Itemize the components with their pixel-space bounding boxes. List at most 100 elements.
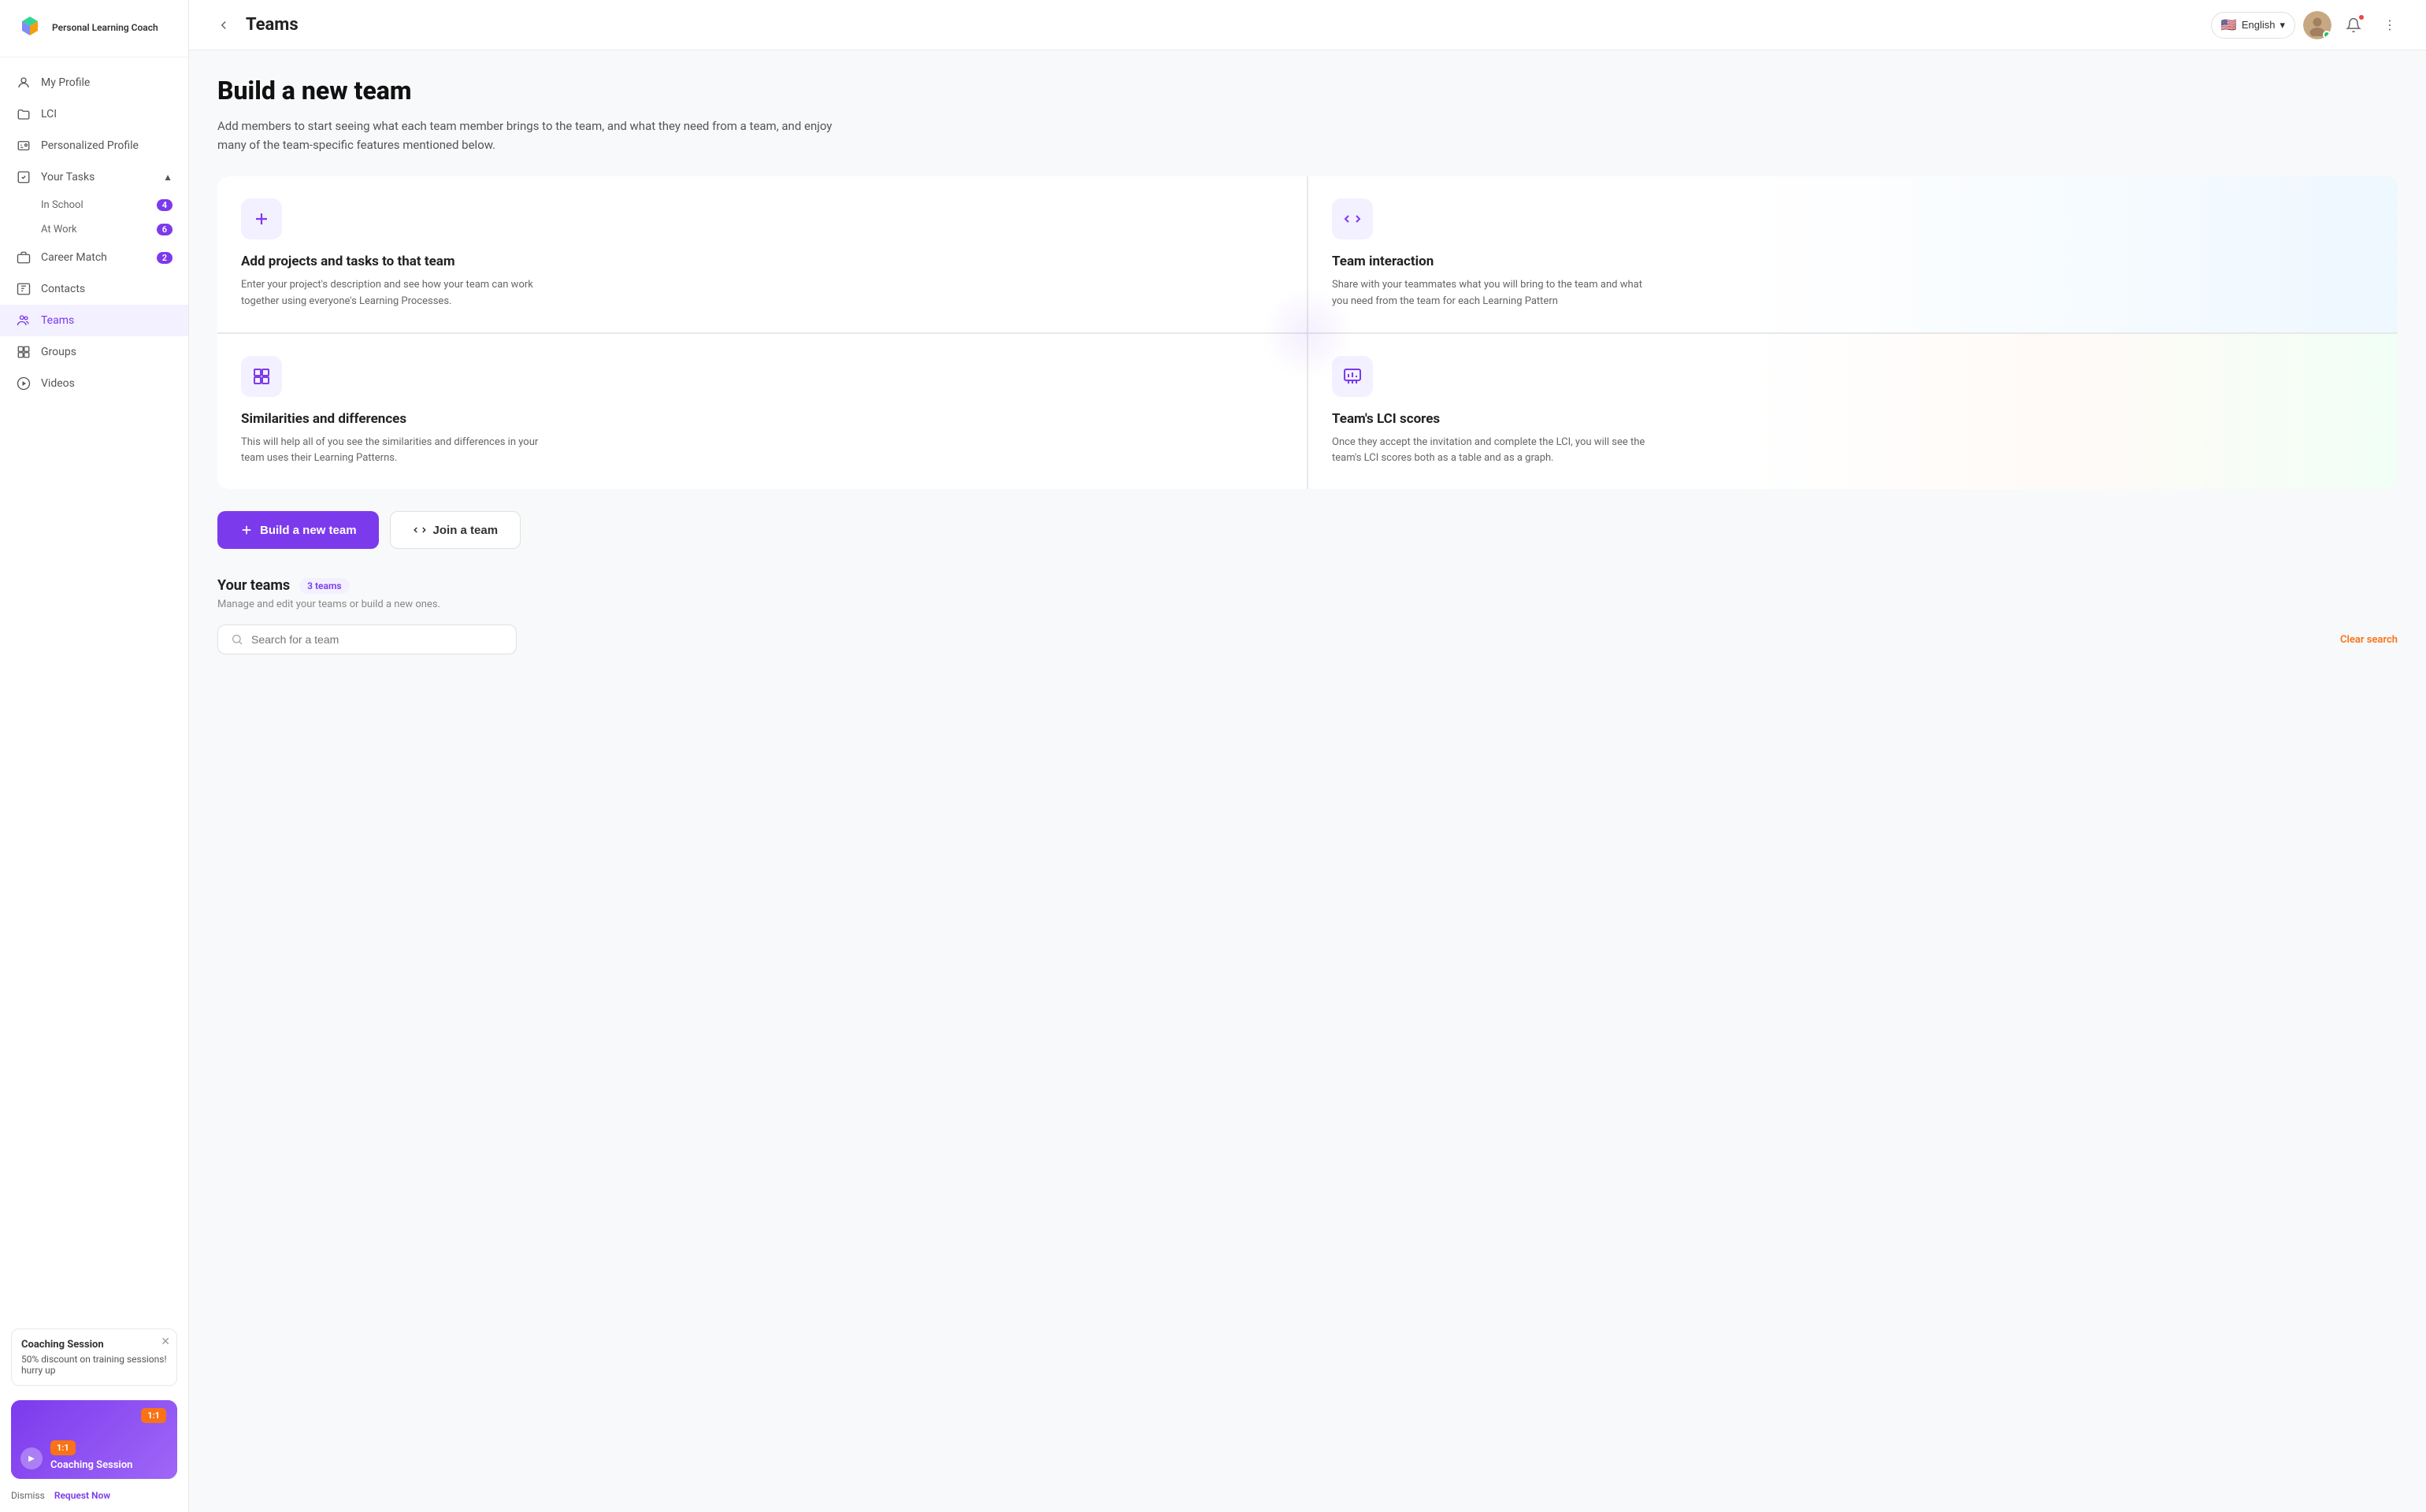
sidebar-item-label: Career Match	[41, 251, 107, 264]
sidebar-item-career-match[interactable]: Career Match 2	[0, 242, 188, 273]
search-row: Clear search	[217, 624, 2398, 654]
videos-icon	[16, 376, 32, 391]
sidebar-item-label: Contacts	[41, 283, 85, 295]
feature-card-similarities: Similarities and differences This will h…	[217, 334, 1307, 490]
feature-card-team-interaction: Team interaction Share with your teammat…	[1308, 176, 2398, 332]
user-avatar[interactable]	[2303, 11, 2331, 39]
groups-icon	[16, 344, 32, 360]
similarities-title: Similarities and differences	[241, 411, 1283, 427]
play-icon[interactable]: ▶	[20, 1447, 43, 1469]
logo-area: Personal Learning Coach	[0, 0, 188, 57]
team-interaction-desc: Share with your teammates what you will …	[1332, 277, 1647, 310]
sidebar-item-my-profile[interactable]: My Profile	[0, 67, 188, 98]
search-box[interactable]	[217, 624, 517, 654]
topbar-right: 🇺🇸 English ▾ ⋮	[2211, 11, 2404, 39]
teams-icon	[16, 313, 32, 328]
your-teams-section: Your teams 3 teams Manage and edit your …	[217, 577, 2398, 654]
page-title: Teams	[246, 15, 2202, 35]
add-projects-icon	[241, 198, 282, 239]
dismiss-row: Dismiss Request Now	[0, 1490, 188, 1512]
close-coaching-btn[interactable]: ✕	[161, 1336, 170, 1348]
build-new-team-description: Add members to start seeing what each te…	[217, 117, 863, 154]
sidebar-item-label: Your Tasks	[41, 171, 95, 183]
main-area: Teams 🇺🇸 English ▾ ⋮ Build a new team Ad…	[189, 0, 2426, 1512]
sidebar-item-contacts[interactable]: Contacts	[0, 273, 188, 305]
sidebar-item-label: Personalized Profile	[41, 139, 139, 152]
build-new-team-button[interactable]: Build a new team	[217, 511, 379, 549]
feature-card-lci-scores: Team's LCI scores Once they accept the i…	[1308, 334, 2398, 490]
app-logo	[16, 14, 44, 43]
in-school-badge: 4	[157, 199, 172, 211]
clear-search-button[interactable]: Clear search	[2340, 634, 2398, 646]
app-name: Personal Learning Coach	[52, 22, 158, 35]
chevron-down-icon: ▾	[2279, 19, 2285, 32]
sidebar-item-groups[interactable]: Groups	[0, 336, 188, 368]
tasks-icon	[16, 169, 32, 185]
coaching-section: ✕ Coaching Session 50% discount on train…	[11, 1329, 177, 1386]
contacts-icon	[16, 281, 32, 297]
sidebar-item-your-tasks[interactable]: Your Tasks ▲	[0, 161, 188, 193]
topbar: Teams 🇺🇸 English ▾ ⋮	[189, 0, 2426, 50]
feature-card-add-projects: Add projects and tasks to that team Ente…	[217, 176, 1307, 332]
sidebar-item-teams[interactable]: Teams	[0, 305, 188, 336]
sidebar-item-lci[interactable]: LCI	[0, 98, 188, 130]
banner-title: Coaching Session	[50, 1459, 169, 1471]
coaching-banner[interactable]: 1:1 ▶ 1:1 Coaching Session	[11, 1400, 177, 1479]
action-buttons: Build a new team Join a team	[217, 511, 2398, 549]
folder-icon	[16, 106, 32, 122]
nav-items: My Profile LCI Personalized Profile Your…	[0, 57, 188, 1321]
banner-content: ▶ 1:1 Coaching Session	[11, 1431, 177, 1479]
team-interaction-icon	[1332, 198, 1373, 239]
at-work-badge: 6	[157, 224, 172, 235]
similarities-desc: This will help all of you see the simila…	[241, 435, 556, 468]
add-projects-desc: Enter your project's description and see…	[241, 277, 556, 310]
teams-count-badge: 3 teams	[299, 578, 349, 594]
card-icon	[16, 138, 32, 154]
chevron-up-icon: ▲	[163, 172, 172, 183]
sidebar-item-videos[interactable]: Videos	[0, 368, 188, 399]
join-a-team-btn-label: Join a team	[433, 524, 499, 537]
sidebar-collapse-button[interactable]	[211, 13, 236, 38]
add-projects-title: Add projects and tasks to that team	[241, 254, 1283, 269]
join-a-team-button[interactable]: Join a team	[390, 511, 521, 549]
coaching-title: Coaching Session	[21, 1339, 167, 1351]
more-options-button[interactable]: ⋮	[2376, 11, 2404, 39]
feature-cards-grid: Add projects and tasks to that team Ente…	[217, 176, 2398, 489]
request-now-button[interactable]: Request Now	[54, 1490, 110, 1501]
online-status-indicator	[2323, 31, 2331, 39]
banner-label: 1:1	[50, 1440, 76, 1455]
dismiss-button[interactable]: Dismiss	[11, 1490, 45, 1501]
sidebar-item-label: Groups	[41, 346, 76, 358]
profile-icon	[16, 75, 32, 91]
sidebar-item-label: Videos	[41, 377, 75, 390]
team-interaction-title: Team interaction	[1332, 254, 2374, 269]
sidebar: Personal Learning Coach My Profile LCI P…	[0, 0, 189, 1512]
sidebar-subitem-in-school[interactable]: In School 4	[41, 193, 188, 217]
in-school-label: In School	[41, 199, 83, 211]
sub-items: In School 4 At Work 6	[0, 193, 188, 242]
sidebar-item-personalized-profile[interactable]: Personalized Profile	[0, 130, 188, 161]
language-label: English	[2242, 19, 2276, 31]
similarities-icon	[241, 356, 282, 397]
content-area: Build a new team Add members to start se…	[189, 50, 2426, 1512]
your-teams-title: Your teams	[217, 577, 290, 594]
search-input[interactable]	[251, 633, 503, 646]
sidebar-item-label: My Profile	[41, 76, 90, 89]
sidebar-item-label: Teams	[41, 314, 74, 327]
language-selector[interactable]: 🇺🇸 English ▾	[2211, 12, 2295, 39]
lci-scores-title: Team's LCI scores	[1332, 411, 2374, 427]
coaching-description: 50% discount on training sessions! hurry…	[21, 1354, 167, 1376]
lci-scores-icon	[1332, 356, 1373, 397]
your-teams-header: Your teams 3 teams	[217, 577, 2398, 594]
career-icon	[16, 250, 32, 265]
your-teams-description: Manage and edit your teams or build a ne…	[217, 598, 2398, 610]
build-new-team-title: Build a new team	[217, 76, 2398, 106]
notifications-button[interactable]	[2339, 11, 2368, 39]
sidebar-subitem-at-work[interactable]: At Work 6	[41, 217, 188, 242]
lci-scores-desc: Once they accept the invitation and comp…	[1332, 435, 1647, 468]
flag-icon: 🇺🇸	[2221, 17, 2237, 33]
career-match-badge: 2	[157, 252, 172, 264]
build-new-team-btn-label: Build a new team	[260, 524, 357, 537]
sidebar-item-label: LCI	[41, 108, 57, 120]
search-icon	[231, 633, 243, 646]
